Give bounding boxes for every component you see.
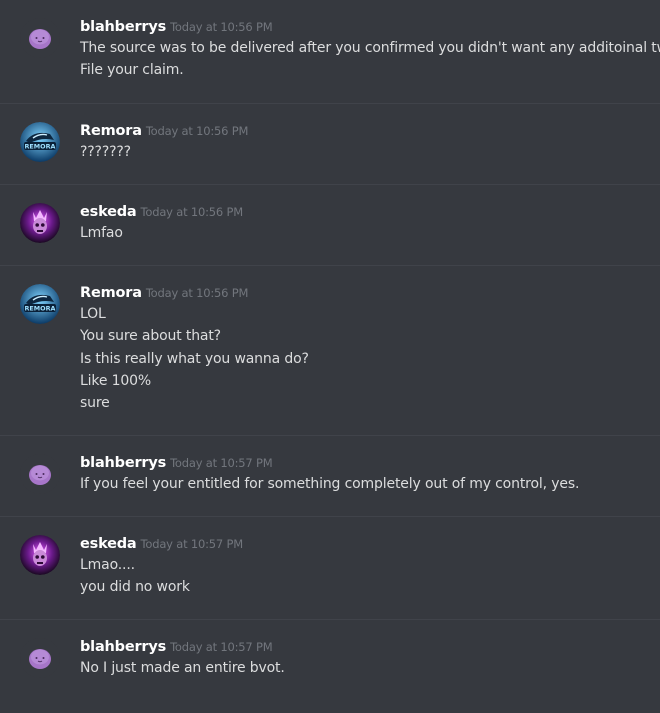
username[interactable]: blahberrys [80,455,166,471]
message-text: LOL [80,306,106,322]
username[interactable]: Remora [80,123,142,139]
message-header: blahberrys Today at 10:57 PM [80,451,644,473]
purple-blob-avatar-icon[interactable] [20,454,60,494]
message-group: eskeda Today at 10:57 PM Lmao.... you did… [0,516,660,619]
message-text: Is this really what you wanna do? [80,350,309,367]
timestamp: Today at 10:56 PM [145,124,249,138]
timestamp: Today at 10:56 PM [170,20,273,34]
message-group: eskeda Today at 10:56 PM Lmfao [0,184,660,265]
shark-logo-avatar-icon[interactable]: REMORA [20,284,60,324]
message-group: REMORA Remora Today at 10:56 PM ??????? [0,103,660,184]
avatar-text: REMORA [25,143,56,151]
username[interactable]: Remora [80,285,142,301]
purple-skull-avatar-icon[interactable] [20,535,60,575]
username[interactable]: blahberrys [80,639,166,655]
message-text: You sure about that? [80,328,221,345]
avatar-text: REMORA [25,305,56,313]
message-group: blahberrys Today at 10:56 PM The source w… [0,0,660,103]
purple-skull-avatar-icon[interactable] [20,203,60,243]
username[interactable]: eskeda [80,204,137,220]
purple-blob-avatar-icon[interactable] [20,18,60,58]
username[interactable]: eskeda [80,536,137,552]
message-header: eskeda Today at 10:56 PM [80,200,644,222]
message-text: The source was to be delivered after you… [80,40,660,56]
timestamp: Today at 10:57 PM [170,456,273,470]
message-header: blahberrys Today at 10:57 PM [80,635,644,657]
message-text: ??????? [80,144,131,160]
message-header: blahberrys Today at 10:56 PM [80,15,644,37]
timestamp: Today at 10:57 PM [140,537,244,551]
message-text: sure [80,395,110,412]
shark-logo-avatar-icon[interactable]: REMORA [20,122,60,162]
timestamp: Today at 10:56 PM [140,205,244,219]
message-group: blahberrys Today at 10:57 PM If you feel … [0,435,660,516]
message-text: Lmao.... [80,557,135,573]
message-text: you did no work [80,579,190,596]
purple-blob-avatar-icon[interactable] [20,638,60,678]
message-group: blahberrys Today at 10:57 PM No I just ma… [0,619,660,713]
message-header: Remora Today at 10:56 PM [80,119,644,141]
timestamp: Today at 10:57 PM [170,640,273,654]
message-text: If you feel your entitled for something … [80,476,580,492]
message-text: No I just made an entire bvot. [80,660,285,676]
message-text: Lmfao [80,225,123,241]
message-text: Like 100% [80,372,152,389]
message-group: REMORA Remora Today at 10:56 PM LOL You s… [0,265,660,435]
message-text: File your claim. [80,62,184,79]
username[interactable]: blahberrys [80,19,166,35]
message-header: eskeda Today at 10:57 PM [80,532,644,554]
message-header: Remora Today at 10:56 PM [80,281,644,303]
chat-message-list: blahberrys Today at 10:56 PM The source w… [0,0,660,713]
timestamp: Today at 10:56 PM [145,286,249,300]
